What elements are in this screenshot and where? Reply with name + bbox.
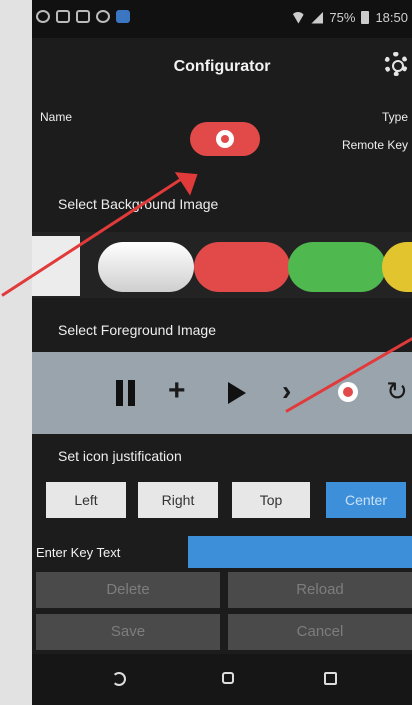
app-title-bar: Configurator [32, 38, 412, 94]
foreground-section-label: Select Foreground Image [58, 322, 216, 338]
image-notification-icon [76, 10, 90, 23]
status-bar: 75% 18:50 [32, 0, 412, 38]
record-icon[interactable] [338, 382, 358, 402]
save-button[interactable]: Save [36, 614, 220, 650]
background-swatch-green[interactable] [288, 242, 386, 292]
chevron-right-icon[interactable]: › [282, 376, 291, 406]
key-preview-button[interactable] [190, 122, 260, 156]
app-notification-icon [56, 10, 70, 23]
photo-frame: 75% 18:50 Configurator Name Type Remote … [0, 0, 412, 705]
background-swatch-red[interactable] [194, 242, 290, 292]
type-value: Remote Key [341, 138, 408, 152]
signal-icon [311, 11, 324, 24]
recent-apps-icon[interactable] [324, 672, 337, 685]
justify-top-button[interactable]: Top [232, 482, 310, 518]
type-label: Type [381, 110, 408, 124]
system-status: 75% 18:50 [291, 10, 408, 25]
whatsapp-icon [36, 10, 50, 23]
justify-right-button[interactable]: Right [138, 482, 218, 518]
justify-left-button[interactable]: Left [46, 482, 126, 518]
record-icon [216, 130, 234, 148]
warning-icon [96, 10, 110, 23]
battery-icon [361, 11, 370, 24]
back-icon[interactable] [112, 672, 126, 686]
pause-icon[interactable] [116, 380, 136, 406]
key-text-label: Enter Key Text [36, 545, 121, 560]
background-swatch-white[interactable] [98, 242, 194, 292]
home-icon[interactable] [222, 672, 234, 684]
cancel-button[interactable]: Cancel [228, 614, 412, 650]
clock: 18:50 [375, 10, 408, 25]
plus-icon[interactable]: + [168, 376, 186, 406]
play-icon[interactable] [228, 382, 246, 404]
notification-icons [36, 10, 130, 23]
justification-section-label: Set icon justification [58, 448, 182, 464]
justify-center-button[interactable]: Center [326, 482, 406, 518]
wifi-icon [291, 11, 306, 24]
battery-percent: 75% [329, 10, 356, 25]
phone-screen: 75% 18:50 Configurator Name Type Remote … [32, 0, 412, 705]
refresh-icon[interactable]: ↻ [386, 376, 408, 406]
gear-icon[interactable] [384, 52, 408, 76]
background-swatch-square[interactable] [32, 236, 80, 296]
page-title: Configurator [173, 58, 271, 75]
store-icon [116, 10, 130, 23]
delete-button[interactable]: Delete [36, 572, 220, 608]
system-nav-bar [32, 654, 412, 705]
name-label: Name [40, 110, 73, 124]
reload-button[interactable]: Reload [228, 572, 412, 608]
key-text-input[interactable] [188, 536, 412, 568]
